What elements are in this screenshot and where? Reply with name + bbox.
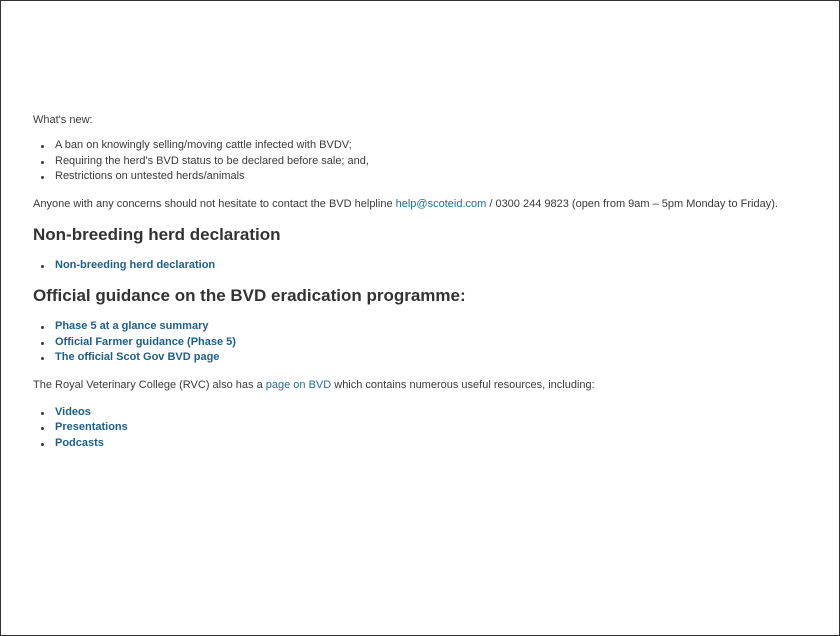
article-content: What's new: A ban on knowingly selling/m…	[33, 112, 833, 451]
list-item: Requiring the herd's BVD status to be de…	[33, 154, 833, 170]
contact-text-before: Anyone with any concerns should not hesi…	[33, 197, 396, 210]
page-frame: What's new: A ban on knowingly selling/m…	[0, 0, 840, 636]
podcasts-link[interactable]: Podcasts	[55, 437, 104, 449]
contact-text-after: / 0300 244 9823 (open from 9am – 5pm Mon…	[486, 197, 778, 210]
list-item: The official Scot Gov BVD page	[33, 350, 833, 366]
list-item: Restrictions on untested herds/animals	[33, 169, 833, 185]
non-breeding-list: Non-breeding herd declaration	[33, 258, 833, 274]
non-breeding-heading: Non-breeding herd declaration	[33, 224, 281, 244]
contact-paragraph: Anyone with any concerns should not hesi…	[33, 196, 833, 212]
scot-gov-bvd-link[interactable]: The official Scot Gov BVD page	[55, 351, 219, 363]
farmer-guidance-link[interactable]: Official Farmer guidance (Phase 5)	[55, 336, 236, 348]
list-item: A ban on knowingly selling/moving cattle…	[33, 138, 833, 154]
list-item: Podcasts	[33, 436, 833, 452]
list-item: Presentations	[33, 420, 833, 436]
list-item: Non-breeding herd declaration	[33, 258, 833, 274]
presentations-link[interactable]: Presentations	[55, 421, 128, 433]
helpline-email-link[interactable]: help@scoteid.com	[396, 198, 487, 210]
whats-new-list: A ban on knowingly selling/moving cattle…	[33, 138, 833, 185]
rvc-paragraph: The Royal Veterinary College (RVC) also …	[33, 377, 833, 393]
rvc-text-after: which contains numerous useful resources…	[331, 378, 595, 391]
videos-link[interactable]: Videos	[55, 406, 91, 418]
list-item: Official Farmer guidance (Phase 5)	[33, 335, 833, 351]
guidance-heading: Official guidance on the BVD eradication…	[33, 286, 466, 305]
non-breeding-declaration-link[interactable]: Non-breeding herd declaration	[55, 259, 215, 271]
list-item: Phase 5 at a glance summary	[33, 319, 833, 335]
rvc-text-before: The Royal Veterinary College (RVC) also …	[33, 378, 266, 391]
whats-new-label: What's new:	[33, 114, 93, 126]
rvc-page-link[interactable]: page on BVD	[266, 379, 331, 391]
list-item: Videos	[33, 405, 833, 421]
guidance-list: Phase 5 at a glance summary Official Far…	[33, 319, 833, 366]
rvc-resources-list: Videos Presentations Podcasts	[33, 405, 833, 452]
phase5-summary-link[interactable]: Phase 5 at a glance summary	[55, 320, 208, 332]
